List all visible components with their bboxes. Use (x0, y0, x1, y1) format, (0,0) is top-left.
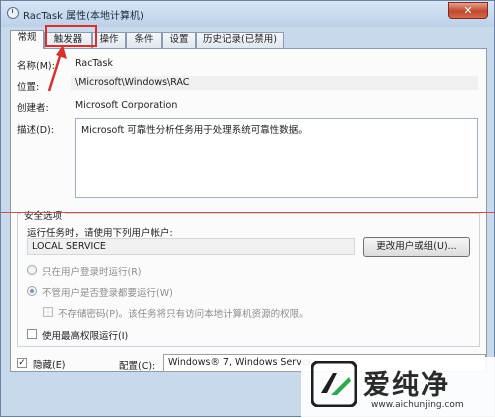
tab-actions[interactable]: 操作 (92, 32, 126, 48)
highest-privileges-label: 使用最高权限运行(I) (42, 331, 129, 342)
run-whether-logged-on-label: 不管用户是否登录都要运行(W) (42, 288, 173, 299)
user-account-field: LOCAL SERVICE (27, 238, 355, 255)
do-not-store-password-checkbox[interactable] (43, 307, 53, 317)
watermark-url: www.aichunjing.com (371, 400, 464, 410)
hidden-label: 隐藏(E) (33, 360, 66, 371)
title-bar[interactable]: RacTask 属性(本地计算机) ✕ (1, 1, 494, 27)
annotation-line (1, 212, 495, 213)
watermark-text: 爱纯净 (363, 370, 450, 401)
annotation-arrow-icon (47, 45, 67, 92)
description-text: Microsoft 可靠性分析任务用于处理系统可靠性数据。 (81, 125, 308, 136)
site-logo-icon (311, 361, 357, 407)
location-value: \Microsoft\Windows\RAC (71, 76, 478, 90)
run-whether-logged-on-radio[interactable] (27, 286, 37, 296)
description-field[interactable]: Microsoft 可靠性分析任务用于处理系统可靠性数据。 (75, 118, 478, 198)
tab-general[interactable]: 常规 (10, 30, 44, 49)
security-options-title: 安全选项 (21, 208, 66, 222)
author-label: 创建者: (17, 103, 49, 114)
description-label: 描述(D): (17, 125, 54, 136)
run-only-logged-on-radio[interactable] (27, 265, 37, 275)
do-not-store-password-label: 不存储密码(P)。该任务将只有访问本地计算机资源的权限。 (58, 309, 309, 320)
hidden-checkbox[interactable]: ✓ (17, 358, 27, 368)
tab-settings[interactable]: 设置 (162, 32, 196, 48)
author-value: Microsoft Corporation (75, 100, 178, 111)
tab-conditions[interactable]: 条件 (126, 32, 162, 48)
task-properties-window: RacTask 属性(本地计算机) ✕ 常规 触发器 操作 条件 设置 历史记录… (0, 0, 495, 418)
run-only-logged-on-label: 只在用户登录时运行(R) (42, 267, 142, 278)
name-value: RacTask (75, 58, 113, 69)
highest-privileges-checkbox[interactable] (27, 329, 37, 339)
window-title: RacTask 属性(本地计算机) (23, 11, 144, 22)
location-label: 位置: (17, 82, 40, 93)
tab-history[interactable]: 历史记录(已禁用) (196, 32, 284, 48)
configure-label: 配置(C): (119, 361, 156, 372)
run-as-label: 运行任务时，请使用下列用户帐户: (27, 228, 173, 239)
change-user-button[interactable]: 更改用户或组(U)... (363, 237, 470, 257)
close-button[interactable]: ✕ (448, 2, 488, 19)
site-watermark: 爱纯净 www.aichunjing.com (301, 357, 495, 418)
general-tab-panel: 名称(M): RacTask 位置: \Microsoft\Windows\RA… (10, 48, 487, 372)
clock-icon (7, 7, 19, 19)
